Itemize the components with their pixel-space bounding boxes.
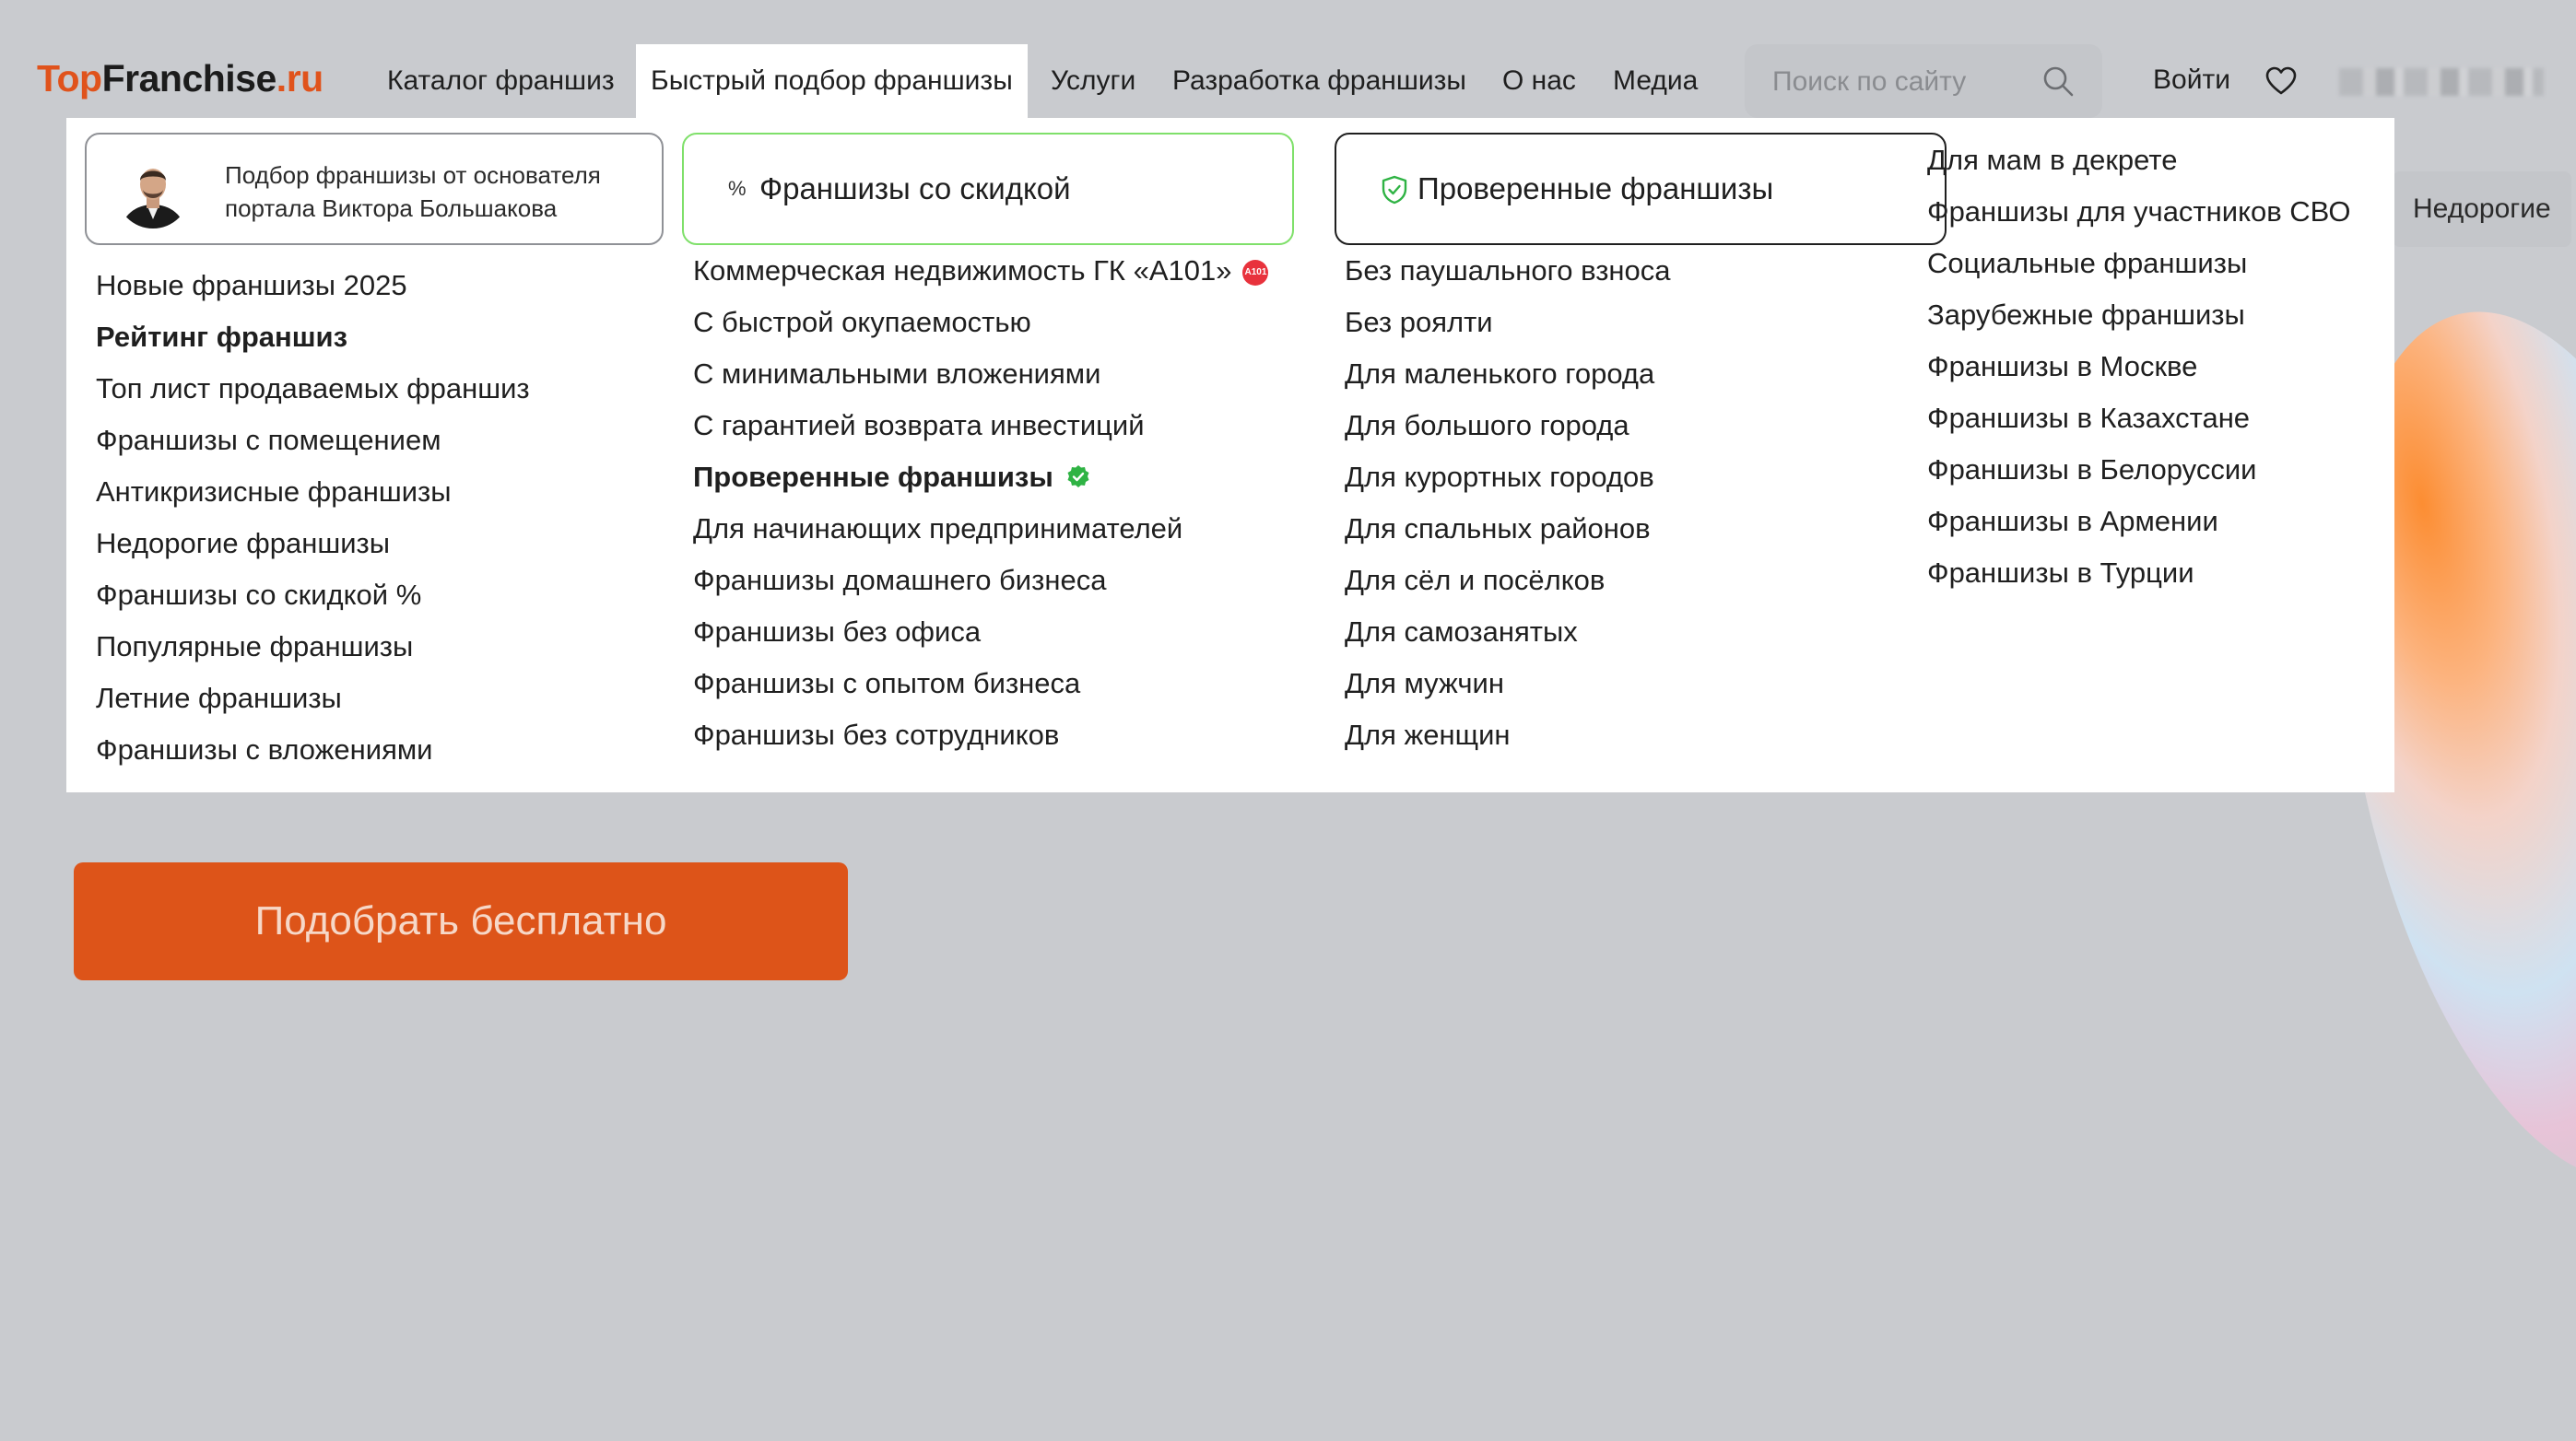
site-logo[interactable]: TopFranchise.ru [37, 57, 323, 100]
link-without-office[interactable]: Франшизы без офиса [693, 606, 1268, 658]
discount-card-label: Франшизы со скидкой [759, 171, 1071, 205]
percent-icon: % [728, 177, 747, 200]
link-anticrisis[interactable]: Антикризисные франшизы [96, 466, 530, 518]
link-foreign[interactable]: Зарубежные франшизы [1927, 289, 2350, 341]
link-investment-guarantee[interactable]: С гарантией возврата инвестиций [693, 400, 1268, 451]
link-with-business-experience[interactable]: Франшизы с опытом бизнеса [693, 658, 1268, 709]
link-verified-franchises[interactable]: Проверенные франшизы [693, 451, 1268, 503]
link-svo-participants[interactable]: Франшизы для участников СВО [1927, 186, 2350, 238]
link-fast-payback[interactable]: С быстрой окупаемостью [693, 297, 1268, 348]
search-input[interactable] [1770, 44, 2032, 120]
link-without-employees[interactable]: Франшизы без сотрудников [693, 709, 1268, 761]
link-for-beginners[interactable]: Для начинающих предпринимателей [693, 503, 1268, 555]
dropdown-column-1: Новые франшизы 2025 Рейтинг франшиз Топ … [96, 260, 530, 776]
a101-badge-icon: A101 [1242, 259, 1269, 286]
select-free-button[interactable]: Подобрать бесплатно [74, 862, 848, 980]
link-turkey[interactable]: Франшизы в Турции [1927, 547, 2350, 599]
logo-part-franchise: Franchise [101, 57, 277, 100]
logo-part-top: Top [37, 57, 102, 100]
link-armenia[interactable]: Франшизы в Армении [1927, 496, 2350, 547]
link-home-business[interactable]: Франшизы домашнего бизнеса [693, 555, 1268, 606]
link-verified-label: Проверенные франшизы [693, 461, 1053, 493]
nav-services[interactable]: Услуги [1036, 44, 1150, 118]
dropdown-column-2: Коммерческая недвижимость ГК «А101» A101 … [693, 245, 1269, 761]
link-residential-areas[interactable]: Для спальных районов [1345, 503, 1671, 555]
dropdown-column-4: Для мам в декрете Франшизы для участнико… [1927, 135, 2350, 599]
link-franchise-rating[interactable]: Рейтинг франшиз [96, 311, 530, 363]
link-belarus[interactable]: Франшизы в Белоруссии [1927, 444, 2350, 496]
verified-check-icon [1066, 453, 1090, 505]
nav-quick-selection[interactable]: Быстрый подбор франшизы [636, 44, 1028, 118]
nav-franchise-development[interactable]: Разработка франшизы [1158, 44, 1481, 118]
dropdown-column-3: Без паушального взноса Без роялти Для ма… [1345, 245, 1671, 761]
link-small-city[interactable]: Для маленького города [1345, 348, 1671, 400]
quick-selection-dropdown: Подбор франшизы от основателя портала Ви… [66, 118, 2394, 792]
nav-catalog[interactable]: Каталог франшиз [372, 44, 629, 118]
link-summer[interactable]: Летние франшизы [96, 673, 530, 724]
link-top-sold[interactable]: Топ лист продаваемых франшиз [96, 363, 530, 415]
link-with-discount[interactable]: Франшизы со скидкой % [96, 569, 530, 621]
shield-check-icon [1381, 175, 1408, 209]
discount-franchises-card[interactable]: % Франшизы со скидкой [682, 133, 1294, 245]
filter-tag-cheap[interactable]: Недорогие [2393, 171, 2571, 247]
link-new-franchises-2025[interactable]: Новые франшизы 2025 [96, 260, 530, 311]
link-minimal-investment[interactable]: С минимальными вложениями [693, 348, 1268, 400]
link-for-men[interactable]: Для мужчин [1345, 658, 1671, 709]
link-kazakhstan[interactable]: Франшизы в Казахстане [1927, 392, 2350, 444]
verified-card-label: Проверенные франшизы [1417, 171, 1774, 205]
login-link[interactable]: Войти [2153, 64, 2230, 96]
link-with-premises[interactable]: Франшизы с помещением [96, 415, 530, 466]
site-header: TopFranchise.ru Каталог франшиз Быстрый … [0, 0, 2576, 120]
link-no-royalty[interactable]: Без роялти [1345, 297, 1671, 348]
link-with-investments[interactable]: Франшизы с вложениями [96, 724, 530, 776]
link-social[interactable]: Социальные франшизы [1927, 238, 2350, 289]
link-a101-label: Коммерческая недвижимость ГК «А101» [693, 254, 1232, 287]
nav-media[interactable]: Медиа [1598, 44, 1712, 118]
search-box [1745, 44, 2102, 120]
link-commercial-real-estate-a101[interactable]: Коммерческая недвижимость ГК «А101» A101 [693, 245, 1269, 297]
link-popular[interactable]: Популярные франшизы [96, 621, 530, 673]
nav-about[interactable]: О нас [1488, 44, 1591, 118]
link-inexpensive[interactable]: Недорогие франшизы [96, 518, 530, 569]
link-resort-cities[interactable]: Для курортных городов [1345, 451, 1671, 503]
founder-selection-card[interactable]: Подбор франшизы от основателя портала Ви… [85, 133, 664, 245]
link-for-women[interactable]: Для женщин [1345, 709, 1671, 761]
logo-part-ru: .ru [276, 57, 323, 100]
link-big-city[interactable]: Для большого города [1345, 400, 1671, 451]
link-maternity-leave[interactable]: Для мам в декрете [1927, 135, 2350, 186]
verified-franchises-card[interactable]: Проверенные франшизы [1335, 133, 1947, 245]
founder-avatar [116, 155, 190, 228]
search-icon[interactable] [2041, 64, 2075, 102]
user-account-blurred[interactable] [2339, 68, 2544, 96]
founder-card-text: Подбор франшизы от основателя портала Ви… [225, 161, 601, 222]
link-villages[interactable]: Для сёл и посёлков [1345, 555, 1671, 606]
heart-icon[interactable] [2265, 66, 2297, 100]
link-no-lump-sum[interactable]: Без паушального взноса [1345, 245, 1671, 297]
link-moscow[interactable]: Франшизы в Москве [1927, 341, 2350, 392]
link-self-employed[interactable]: Для самозанятых [1345, 606, 1671, 658]
